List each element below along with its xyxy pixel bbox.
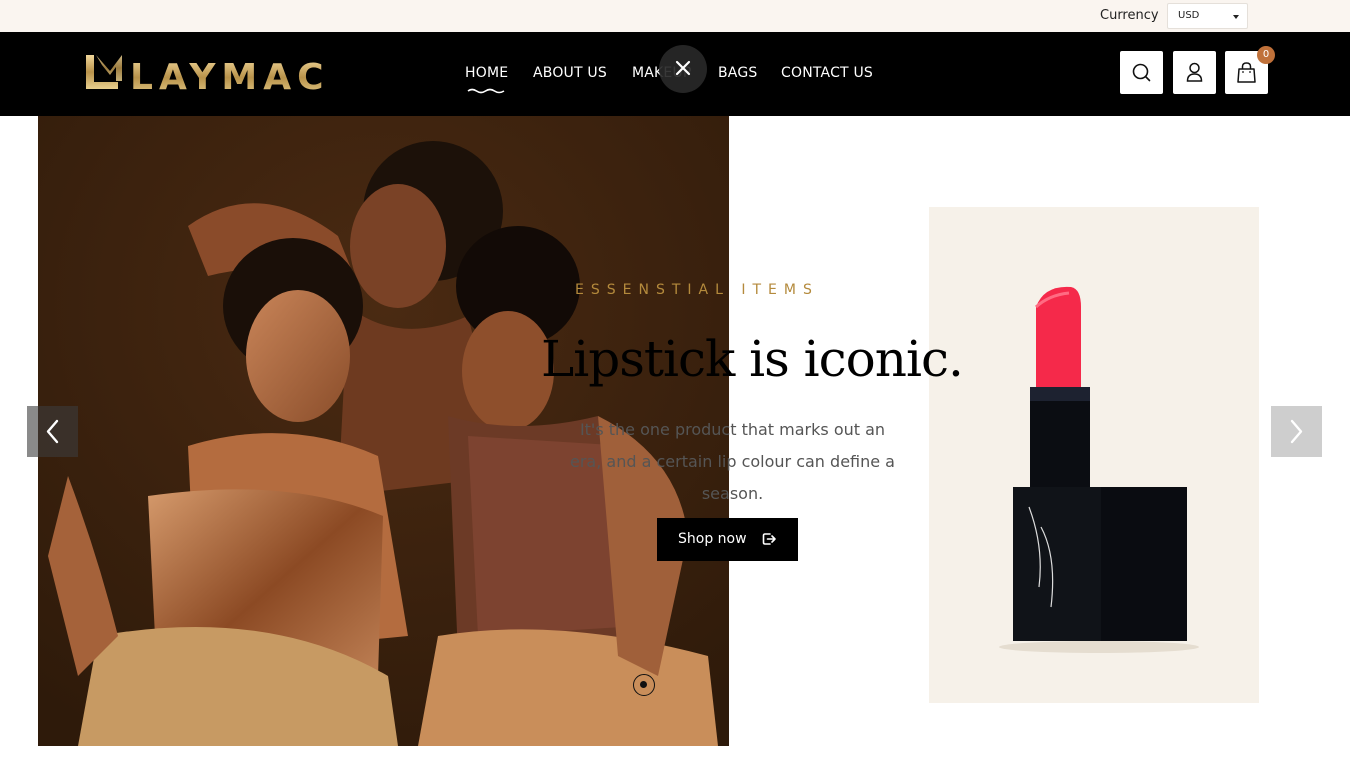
nav-bags[interactable]: BAGS [718,65,757,81]
chevron-down-icon [1233,15,1239,19]
slide-indicator-dot[interactable] [633,674,655,696]
previous-slide-button[interactable] [27,406,78,457]
search-button[interactable] [1120,51,1163,94]
currency-select[interactable]: USD [1167,3,1248,29]
currency-bar: Currency USD [0,0,1350,32]
chevron-right-icon [1290,419,1303,444]
shop-now-label: Shop now [678,531,747,547]
lipstick-illustration [929,207,1259,703]
shop-now-button[interactable]: Shop now [657,518,798,561]
search-icon [1132,63,1151,82]
hero-eyebrow: ESSENSTIAL ITEMS [575,282,819,298]
close-menu-button[interactable] [659,45,707,93]
next-slide-button[interactable] [1271,406,1322,457]
laymac-logo[interactable]: LAYMAC [84,51,346,93]
nav-about-us[interactable]: ABOUT US [533,65,607,81]
user-icon [1186,62,1203,82]
nav-contact-us[interactable]: CONTACT US [781,65,873,81]
hero-subtext: It's the one product that marks out an e… [570,420,895,503]
chevron-left-icon [46,419,59,444]
logo-text: LAYMAC [130,57,330,93]
close-icon [675,60,691,76]
active-nav-indicator [467,88,505,94]
account-button[interactable] [1173,51,1216,94]
cart-count-badge: 0 [1257,46,1275,64]
currency-value: USD [1178,10,1200,21]
nav-home[interactable]: HOME [465,65,508,81]
sign-out-arrow-icon [762,533,776,545]
currency-label: Currency [1100,8,1159,23]
hero-headline: Lipstick is iconic. [541,330,964,388]
hero-product-image [929,207,1259,703]
